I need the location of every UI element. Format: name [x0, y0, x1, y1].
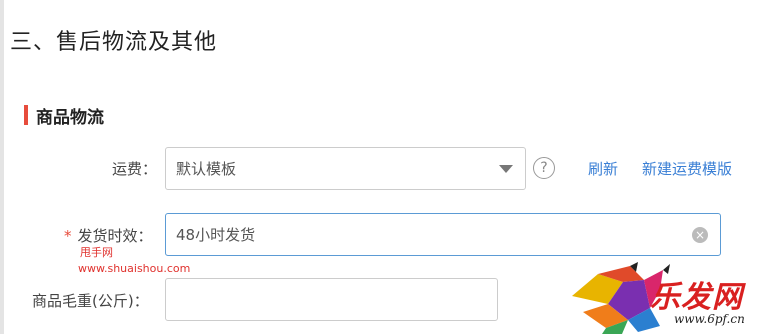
delivery-time-label: 发货时效：	[77, 227, 153, 245]
watermark-url: www.shuaishou.com	[78, 262, 191, 275]
shipping-template-select[interactable]: 默认模板	[165, 147, 526, 190]
delivery-time-label-group: * 发货时效：	[64, 225, 153, 246]
subsection-accent-bar	[24, 105, 28, 125]
gross-weight-label: 商品毛重(公斤)：	[32, 292, 149, 310]
required-mark: *	[64, 227, 72, 245]
chevron-down-icon	[499, 165, 513, 173]
left-divider	[0, 0, 4, 334]
refresh-link[interactable]: 刷新	[588, 158, 618, 179]
subsection-header: 商品物流	[24, 104, 104, 128]
gross-weight-input[interactable]	[165, 278, 498, 321]
shipping-fee-label: 运费：	[112, 160, 158, 178]
logo-url: www.6pf.cn	[674, 312, 745, 326]
delivery-time-value: 48小时发货	[176, 226, 256, 244]
logo-text: 乐发网	[650, 280, 743, 315]
watermark-text: 甩手网	[80, 246, 113, 259]
section-title: 三、售后物流及其他	[10, 30, 218, 55]
shipping-template-value: 默认模板	[176, 160, 237, 178]
subsection-title: 商品物流	[36, 107, 104, 128]
new-shipping-template-link[interactable]: 新建运费模版	[642, 158, 732, 179]
question-circle-icon[interactable]: ?	[533, 157, 555, 179]
delivery-time-input[interactable]: 48小时发货 ×	[165, 213, 721, 256]
clear-circle-icon[interactable]: ×	[692, 227, 708, 243]
